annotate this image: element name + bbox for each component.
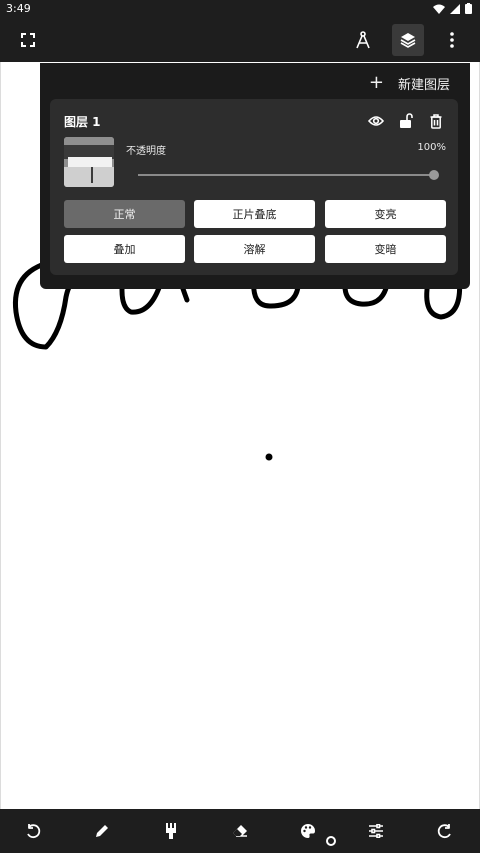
brush-cursor	[265, 453, 273, 461]
trash-icon[interactable]	[424, 109, 448, 133]
blend-mode-button[interactable]: 叠加	[64, 235, 185, 263]
layers-panel: + 新建图层 图层 1 不透明度 100% 正常 正片叠底 变亮 叠加 溶解 变…	[40, 63, 470, 289]
new-layer-button[interactable]: + 新建图层	[369, 73, 450, 93]
layers-icon[interactable]	[392, 24, 424, 56]
new-layer-label: 新建图层	[397, 77, 450, 93]
blend-mode-button[interactable]: 溶解	[194, 235, 315, 263]
more-vert-icon[interactable]	[436, 24, 468, 56]
status-bar: 3:49	[0, 0, 480, 18]
blend-mode-button[interactable]: 正常	[64, 200, 185, 228]
eraser-icon[interactable]	[228, 819, 252, 843]
signal-icon	[450, 3, 460, 14]
palette-icon[interactable]	[296, 819, 320, 843]
add-icon: +	[368, 72, 384, 93]
app-root: 3:49 + 新建图层 图层 1 不透明度 100% 正常 正片叠底 变亮 叠加…	[0, 0, 480, 853]
layer-actions	[364, 109, 448, 133]
status-time: 3:49	[6, 2, 31, 15]
wifi-icon	[433, 4, 445, 14]
eye-icon[interactable]	[364, 109, 388, 133]
blend-mode-button[interactable]: 正片叠底	[194, 200, 315, 228]
opacity-slider-thumb[interactable]	[429, 170, 439, 180]
redo-icon[interactable]	[433, 819, 457, 843]
pencil-icon[interactable]	[90, 819, 114, 843]
layer-name: 图层 1	[64, 115, 101, 129]
fullscreen-icon[interactable]	[12, 24, 44, 56]
blend-mode-button[interactable]: 变暗	[325, 235, 446, 263]
undo-icon[interactable]	[21, 819, 45, 843]
layer-card[interactable]: 图层 1 不透明度 100% 正常 正片叠底 变亮 叠加 溶解 变暗	[50, 99, 458, 275]
blend-mode-button[interactable]: 变亮	[325, 200, 446, 228]
opacity-value: 100%	[417, 142, 446, 153]
sliders-icon[interactable]	[364, 819, 388, 843]
compass-icon[interactable]	[347, 24, 379, 56]
opacity-slider-track[interactable]	[138, 174, 434, 176]
bottom-toolbar	[0, 809, 480, 853]
brush-icon[interactable]	[159, 819, 183, 843]
battery-icon	[465, 3, 472, 14]
status-icons	[433, 3, 472, 14]
home-indicator[interactable]	[326, 836, 336, 846]
layer-thumbnail	[64, 137, 114, 187]
lock-open-icon[interactable]	[394, 109, 418, 133]
opacity-label: 不透明度	[126, 146, 166, 157]
top-app-bar	[0, 18, 480, 62]
